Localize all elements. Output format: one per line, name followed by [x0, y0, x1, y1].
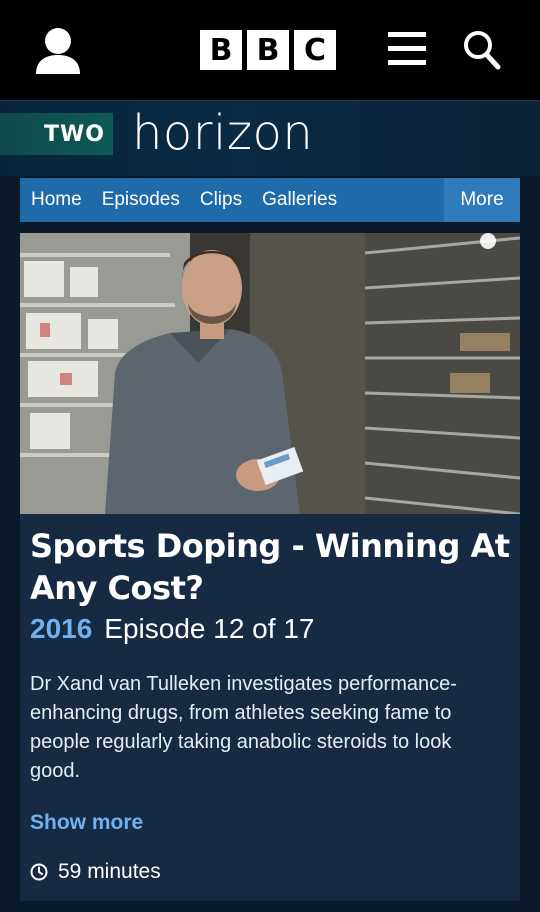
episode-meta: 2016 Episode 12 of 17: [30, 613, 314, 645]
nav-item-home[interactable]: Home: [20, 178, 92, 222]
bbc-logo[interactable]: B B C: [200, 30, 336, 70]
search-icon[interactable]: [463, 30, 501, 70]
channel-badge[interactable]: TWO: [0, 113, 113, 155]
episode-hero-image[interactable]: [20, 233, 520, 514]
duration-label: 59 minutes: [58, 860, 161, 883]
nav-item-galleries[interactable]: Galleries: [252, 178, 347, 222]
episode-synopsis: Dr Xand van Tulleken investigates perfor…: [30, 673, 457, 782]
menu-icon[interactable]: [388, 32, 426, 66]
clock-icon: [30, 863, 48, 881]
nav-more-button[interactable]: More: [444, 178, 520, 222]
programme-nav: Home Episodes Clips Galleries More: [20, 178, 520, 222]
episode-title: Sports Doping - Winning At Any Cost?: [30, 527, 510, 607]
programme-brand-header: TWO horizon: [0, 100, 540, 176]
top-bar: B B C: [0, 0, 540, 100]
episode-year: 2016: [30, 613, 93, 644]
hero-illustration: [20, 233, 520, 514]
show-more-link[interactable]: Show more: [30, 811, 143, 835]
episode-duration: 59 minutes: [30, 860, 161, 884]
bbc-logo-letter: C: [294, 30, 336, 70]
bbc-logo-letter: B: [247, 30, 289, 70]
user-icon[interactable]: [34, 26, 82, 76]
episode-number: Episode 12 of 17: [104, 613, 315, 644]
nav-item-episodes[interactable]: Episodes: [92, 178, 190, 222]
episode-card: Sports Doping - Winning At Any Cost? 201…: [20, 233, 520, 901]
nav-item-clips[interactable]: Clips: [190, 178, 252, 222]
bbc-logo-letter: B: [200, 30, 242, 70]
channel-name: TWO: [44, 121, 105, 147]
programme-title[interactable]: horizon: [132, 105, 313, 161]
